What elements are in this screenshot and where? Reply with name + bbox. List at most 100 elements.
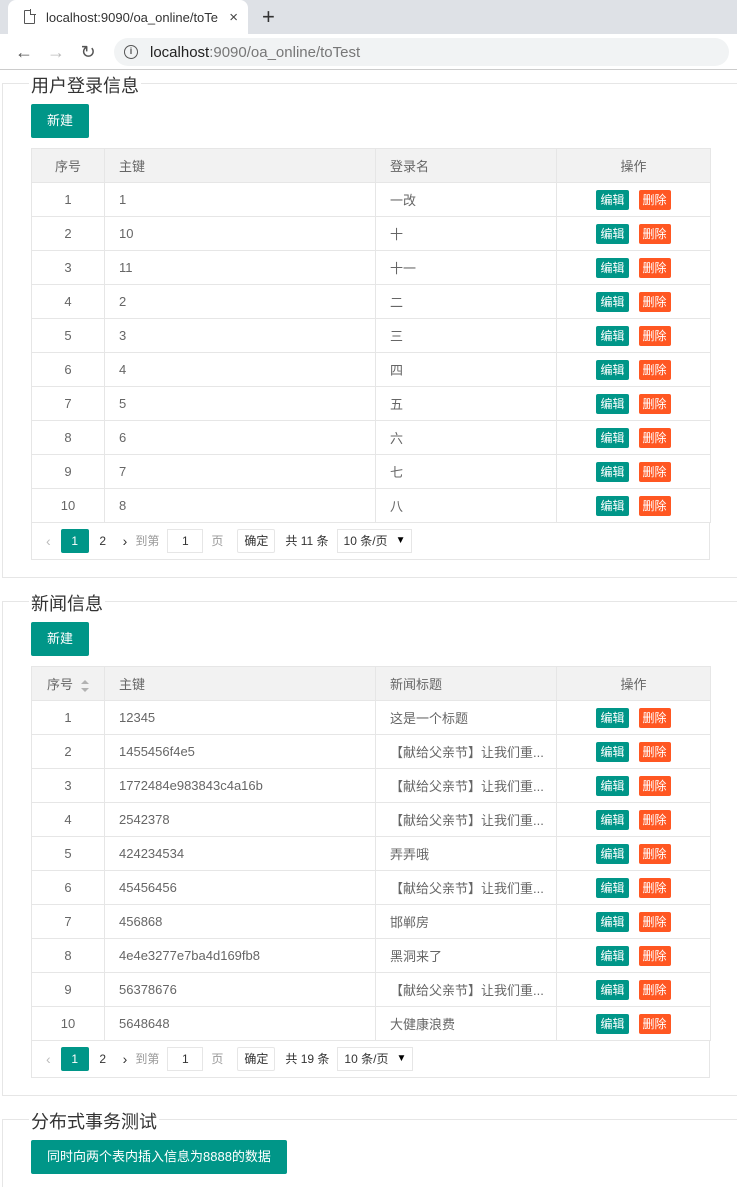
row-key: 456868 — [104, 904, 376, 939]
site-info-icon[interactable]: i — [124, 45, 138, 59]
row-key: 2 — [104, 284, 376, 319]
edit-button[interactable]: 编辑 — [596, 741, 629, 762]
edit-button[interactable]: 编辑 — [596, 707, 629, 728]
row-name: 十 — [375, 216, 557, 251]
prev-page-icon[interactable]: ‹ — [46, 1051, 51, 1067]
delete-button[interactable]: 删除 — [638, 775, 671, 796]
delete-button[interactable]: 删除 — [638, 707, 671, 728]
delete-button[interactable]: 删除 — [638, 359, 671, 380]
new-news-button[interactable]: 新建 — [31, 622, 90, 656]
delete-button[interactable]: 删除 — [638, 1013, 671, 1034]
delete-button[interactable]: 删除 — [638, 741, 671, 762]
edit-button[interactable]: 编辑 — [596, 223, 629, 244]
edit-button[interactable]: 编辑 — [596, 945, 629, 966]
table-row: 9 56378676 【献给父亲节】让我们重... 编辑 删除 — [31, 972, 711, 1007]
sort-icon[interactable] — [81, 679, 89, 692]
edit-button[interactable]: 编辑 — [596, 843, 629, 864]
edit-button[interactable]: 编辑 — [596, 427, 629, 448]
page-2-button[interactable]: 2 — [89, 534, 117, 548]
table-row: 7 5 五编辑 删除 — [31, 386, 711, 421]
goto-label: 到第 — [135, 1052, 160, 1066]
row-index: 8 — [31, 420, 105, 455]
column-header-index[interactable]: 序号 — [31, 666, 105, 701]
goto-page-input[interactable]: 1 — [167, 528, 204, 553]
delete-button[interactable]: 删除 — [638, 257, 671, 278]
delete-button[interactable]: 删除 — [638, 911, 671, 932]
goto-page-input[interactable]: 1 — [167, 1046, 204, 1071]
back-icon[interactable]: ← — [12, 42, 36, 62]
row-name: 弄弄哦 — [375, 836, 557, 871]
next-page-icon[interactable]: › — [123, 533, 128, 549]
row-index: 6 — [31, 352, 105, 387]
row-name: 黑洞来了 — [375, 938, 557, 973]
edit-button[interactable]: 编辑 — [596, 775, 629, 796]
prev-page-icon[interactable]: ‹ — [46, 533, 51, 549]
delete-button[interactable]: 删除 — [638, 979, 671, 1000]
edit-button[interactable]: 编辑 — [596, 911, 629, 932]
edit-button[interactable]: 编辑 — [596, 809, 629, 830]
row-index: 1 — [31, 182, 105, 217]
edit-button[interactable]: 编辑 — [596, 325, 629, 346]
edit-button[interactable]: 编辑 — [596, 359, 629, 380]
row-name: 【献给父亲节】让我们重... — [375, 768, 557, 803]
table-row: 1 12345 这是一个标题 编辑 删除 — [31, 700, 711, 735]
goto-label: 到第 — [135, 534, 160, 548]
edit-button[interactable]: 编辑 — [596, 189, 629, 210]
browser-chrome: localhost:9090/oa_online/toTe × + ← → ↻ … — [0, 0, 737, 70]
row-index: 5 — [31, 318, 105, 353]
row-key: 1455456f4e5 — [104, 734, 376, 769]
new-tab-button[interactable]: + — [262, 4, 275, 30]
edit-button[interactable]: 编辑 — [596, 877, 629, 898]
delete-button[interactable]: 删除 — [638, 393, 671, 414]
delete-button[interactable]: 删除 — [638, 291, 671, 312]
table-row: 9 7 七编辑 删除 — [31, 454, 711, 489]
edit-button[interactable]: 编辑 — [596, 393, 629, 414]
page-1-button[interactable]: 1 — [60, 1046, 89, 1071]
column-header-index-label: 序号 — [46, 677, 73, 692]
row-name: 七 — [375, 454, 557, 489]
edit-button[interactable]: 编辑 — [596, 979, 629, 1000]
table-row: 2 10 十编辑 删除 — [31, 216, 711, 251]
table-row: 10 8 八编辑 删除 — [31, 488, 711, 523]
column-header-key: 主键 — [104, 148, 376, 183]
column-header-index: 序号 — [31, 148, 105, 183]
goto-confirm-button[interactable]: 确定 — [237, 1046, 276, 1071]
delete-button[interactable]: 删除 — [638, 461, 671, 482]
insert-8888-button[interactable]: 同时向两个表内插入信息为8888的数据 — [31, 1140, 287, 1174]
delete-button[interactable]: 删除 — [638, 495, 671, 516]
edit-button[interactable]: 编辑 — [596, 495, 629, 516]
edit-button[interactable]: 编辑 — [596, 291, 629, 312]
delete-button[interactable]: 删除 — [638, 427, 671, 448]
row-index: 4 — [31, 802, 105, 837]
table-row: 6 45456456 【献给父亲节】让我们重... 编辑 删除 — [31, 870, 711, 905]
goto-confirm-button[interactable]: 确定 — [237, 528, 276, 553]
close-tab-icon[interactable]: × — [229, 9, 238, 26]
table-row: 3 11 十一 编辑 删除 — [31, 250, 711, 285]
delete-button[interactable]: 删除 — [638, 877, 671, 898]
delete-button[interactable]: 删除 — [638, 843, 671, 864]
edit-button[interactable]: 编辑 — [596, 257, 629, 278]
forward-icon[interactable]: → — [44, 42, 68, 62]
delete-button[interactable]: 删除 — [638, 189, 671, 210]
edit-button[interactable]: 编辑 — [596, 461, 629, 482]
edit-button[interactable]: 编辑 — [596, 1013, 629, 1034]
delete-button[interactable]: 删除 — [638, 945, 671, 966]
delete-button[interactable]: 删除 — [638, 223, 671, 244]
next-page-icon[interactable]: › — [123, 1051, 128, 1067]
browser-tab[interactable]: localhost:9090/oa_online/toTe × — [8, 0, 248, 34]
delete-button[interactable]: 删除 — [638, 325, 671, 346]
delete-button[interactable]: 删除 — [638, 809, 671, 830]
page-size-select[interactable]: 10 条/页 ▼ — [336, 528, 413, 553]
page-1-button[interactable]: 1 — [60, 528, 89, 553]
page-size-select[interactable]: 10 条/页 ▼ — [337, 1046, 414, 1071]
column-header-news-title: 新闻标题 — [375, 666, 557, 701]
reload-icon[interactable]: ↻ — [76, 42, 100, 62]
table-row: 3 1772484e983843c4a16b 【献给父亲节】让我们重... 编辑 删除 — [31, 768, 711, 803]
address-bar[interactable]: i localhost:9090/oa_online/toTest — [114, 38, 729, 66]
page-2-button[interactable]: 2 — [89, 1052, 117, 1066]
row-key: 5648648 — [104, 1006, 376, 1041]
new-user-button[interactable]: 新建 — [31, 104, 90, 138]
row-name: 【献给父亲节】让我们重... — [375, 802, 557, 837]
url-path: :9090/oa_online/toTest — [209, 43, 361, 61]
caret-down-icon: ▼ — [396, 1052, 407, 1064]
